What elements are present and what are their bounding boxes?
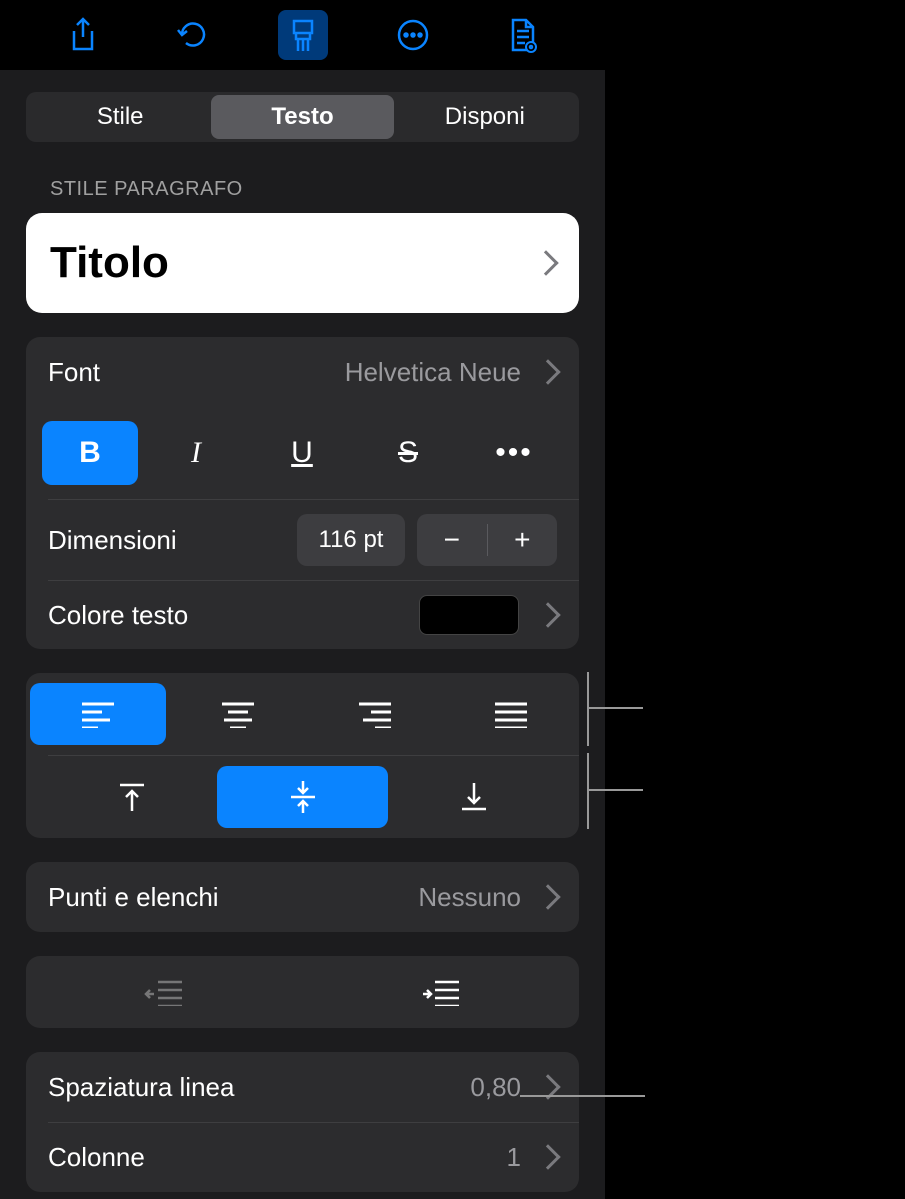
line-spacing-label: Spaziatura linea xyxy=(48,1072,234,1103)
undo-button[interactable] xyxy=(168,10,218,60)
line-spacing-row[interactable]: Spaziatura linea 0,80 xyxy=(26,1052,579,1122)
columns-label: Colonne xyxy=(48,1142,145,1173)
horizontal-alignment xyxy=(26,673,579,755)
paragraph-style-label: STILE PARAGRAFO xyxy=(50,178,579,201)
text-more-button[interactable]: ••• xyxy=(466,421,562,485)
text-style-segment: B I U S ••• xyxy=(26,407,579,499)
chevron-right-icon xyxy=(533,250,558,275)
callout-line-3 xyxy=(520,1095,645,1097)
valign-top-button[interactable] xyxy=(46,766,217,828)
font-row[interactable]: Font Helvetica Neue xyxy=(26,337,579,407)
outdent-button[interactable] xyxy=(26,964,303,1020)
underline-button[interactable]: U xyxy=(254,421,350,485)
bold-button[interactable]: B xyxy=(42,421,138,485)
italic-button[interactable]: I xyxy=(148,421,244,485)
align-center-button[interactable] xyxy=(170,683,306,745)
callout-bracket-2 xyxy=(587,753,589,829)
font-value: Helvetica Neue xyxy=(345,357,521,388)
valign-bottom-button[interactable] xyxy=(388,766,559,828)
columns-value: 1 xyxy=(507,1142,521,1173)
chevron-right-icon xyxy=(535,884,560,909)
text-color-row[interactable]: Colore testo xyxy=(26,581,579,649)
alignment-card xyxy=(26,673,579,838)
document-outline-button[interactable] xyxy=(498,10,548,60)
strikethrough-button[interactable]: S xyxy=(360,421,456,485)
bullets-label: Punti e elenchi xyxy=(48,882,219,913)
tab-style[interactable]: Stile xyxy=(29,95,211,139)
tab-arrange[interactable]: Disponi xyxy=(394,95,576,139)
size-value[interactable]: 116 pt xyxy=(297,514,405,566)
paragraph-style-picker[interactable]: Titolo xyxy=(26,213,579,313)
format-button[interactable] xyxy=(278,10,328,60)
paragraph-style-value: Titolo xyxy=(50,238,169,288)
size-label: Dimensioni xyxy=(48,525,285,556)
size-stepper: − + xyxy=(417,514,557,566)
size-increase-button[interactable]: + xyxy=(487,524,558,556)
text-color-label: Colore testo xyxy=(48,600,188,631)
callout-bracket-1 xyxy=(587,672,589,746)
text-color-swatch[interactable] xyxy=(419,595,519,635)
bullets-row[interactable]: Punti e elenchi Nessuno xyxy=(26,862,579,932)
indent-button[interactable] xyxy=(303,964,580,1020)
size-row: Dimensioni 116 pt − + xyxy=(26,500,579,580)
more-button[interactable] xyxy=(388,10,438,60)
size-decrease-button[interactable]: − xyxy=(417,524,487,556)
font-card: Font Helvetica Neue B I U S ••• Dimensio… xyxy=(26,337,579,649)
valign-middle-button[interactable] xyxy=(217,766,388,828)
spacing-card: Spaziatura linea 0,80 Colonne 1 xyxy=(26,1052,579,1192)
inspector-tabs: Stile Testo Disponi xyxy=(26,92,579,142)
tab-text[interactable]: Testo xyxy=(211,95,393,139)
align-justify-button[interactable] xyxy=(443,683,579,745)
font-label: Font xyxy=(48,357,100,388)
chevron-right-icon xyxy=(535,359,560,384)
line-spacing-value: 0,80 xyxy=(470,1072,521,1103)
align-left-button[interactable] xyxy=(30,683,166,745)
bullets-value: Nessuno xyxy=(418,882,521,913)
indent-card xyxy=(26,956,579,1028)
share-button[interactable] xyxy=(58,10,108,60)
vertical-alignment xyxy=(26,756,579,838)
top-toolbar xyxy=(0,0,605,70)
bullets-card: Punti e elenchi Nessuno xyxy=(26,862,579,932)
chevron-right-icon xyxy=(535,1144,560,1169)
callout-line-1 xyxy=(587,707,643,709)
callout-line-2 xyxy=(587,789,643,791)
align-right-button[interactable] xyxy=(307,683,443,745)
chevron-right-icon xyxy=(535,602,560,627)
columns-row[interactable]: Colonne 1 xyxy=(26,1122,579,1192)
